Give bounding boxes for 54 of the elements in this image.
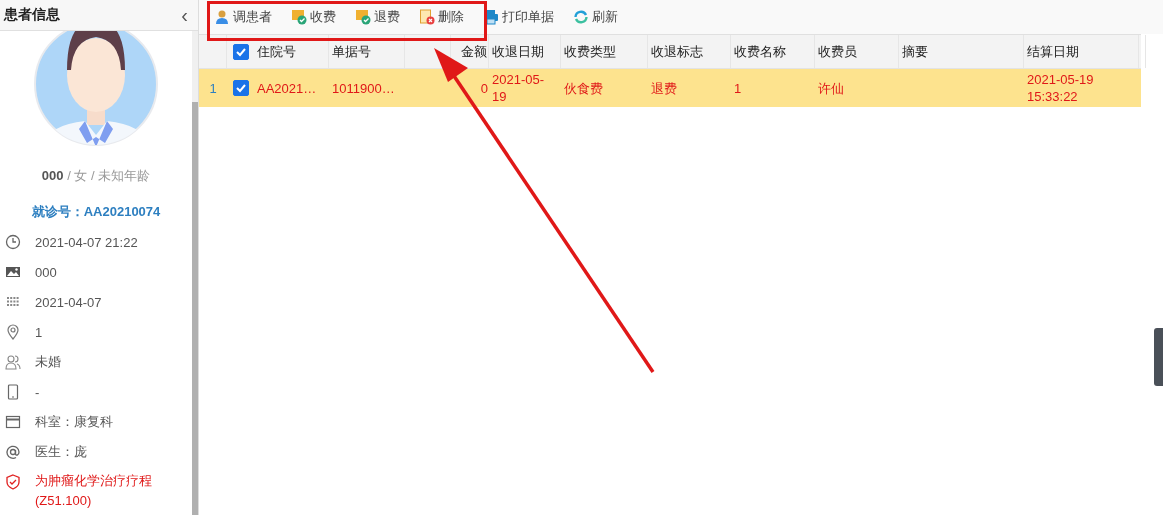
shield-icon — [5, 474, 21, 490]
people-icon — [5, 354, 21, 370]
table-cell: 伙食费 — [564, 79, 603, 97]
patient-summary: 000 / 女 / 未知年龄 — [40, 167, 152, 185]
side-handle[interactable] — [1154, 328, 1163, 386]
document-delete-icon — [419, 9, 435, 25]
info-text: 为肿瘤化学治疗疗程(Z51.100) — [35, 472, 153, 510]
row-number: 1 — [209, 80, 217, 96]
info-text: - — [35, 384, 40, 400]
toolbar-button[interactable]: 收费 — [291, 8, 336, 26]
scrollbar-thumb[interactable] — [192, 102, 198, 515]
image-icon — [5, 264, 21, 280]
location-icon — [5, 324, 21, 340]
column-header[interactable]: 收费名称 — [734, 42, 786, 61]
info-text: 未婚 — [35, 353, 61, 371]
phone-icon — [5, 384, 21, 400]
info-text: 2021-04-07 21:22 — [35, 234, 138, 250]
table-cell-text: 2021-05-19 15:33:22 — [1027, 71, 1095, 105]
column-header[interactable]: 摘要 — [902, 42, 928, 61]
info-text: 医生：庞 — [35, 443, 87, 461]
collapse-button[interactable]: ‹ — [179, 5, 190, 25]
column-header[interactable]: 单据号 — [332, 42, 371, 61]
window-icon — [5, 414, 21, 430]
info-text: 2021-04-07 — [35, 294, 102, 310]
column-header[interactable]: 收退标志 — [651, 42, 703, 61]
table-cell: 0 — [480, 79, 488, 97]
toolbar-button[interactable]: 调患者 — [214, 8, 272, 26]
column-header[interactable]: 金额 — [461, 42, 487, 61]
toolbar-button[interactable]: 刷新 — [573, 8, 618, 26]
refresh-icon — [573, 9, 589, 25]
toolbar-button[interactable]: 打印单据 — [483, 8, 554, 26]
table-cell: 退费 — [651, 79, 677, 97]
column-header[interactable]: 收退日期 — [492, 42, 544, 61]
panel-title: 患者信息 — [4, 6, 60, 24]
toolbar-button[interactable]: 退费 — [355, 8, 400, 26]
table-cell: 1 — [734, 79, 742, 97]
visit-number: 就诊号：AA20210074 — [30, 203, 162, 221]
column-header[interactable]: 收费类型 — [564, 42, 616, 61]
column-header[interactable]: 收费员 — [818, 42, 857, 61]
column-header[interactable]: 住院号 — [257, 42, 296, 61]
clock-icon — [5, 234, 21, 250]
table-cell: 许仙 — [818, 79, 844, 97]
table-cell: 1011900… — [332, 79, 395, 97]
row-checkbox[interactable] — [232, 80, 249, 96]
info-text: 1 — [35, 324, 43, 340]
at-sign-icon — [5, 444, 21, 460]
column-header[interactable]: 结算日期 — [1027, 42, 1079, 61]
person-icon — [214, 9, 230, 25]
table-cell-text: 2021-05-19 — [492, 71, 546, 105]
select-all-checkbox[interactable] — [232, 43, 249, 60]
info-text: 科室：康复科 — [35, 413, 113, 431]
toolbar-button[interactable]: 删除 — [419, 8, 464, 26]
table-cell: AA2021… — [257, 79, 317, 97]
info-text: 000 — [35, 264, 57, 280]
